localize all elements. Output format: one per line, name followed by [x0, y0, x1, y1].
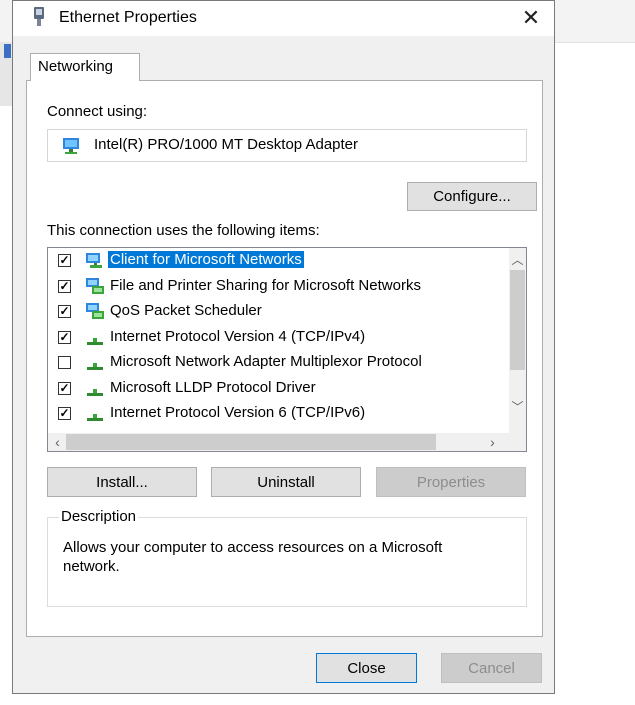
vertical-scrollbar[interactable]: ︿ ﹀: [509, 248, 526, 433]
scroll-right-icon[interactable]: ›: [484, 434, 501, 450]
adapter-field: Intel(R) PRO/1000 MT Desktop Adapter: [47, 129, 527, 162]
vertical-scroll-thumb[interactable]: [510, 270, 525, 370]
list-item-label: Internet Protocol Version 6 (TCP/IPv6): [110, 404, 366, 421]
network-adapter-icon: [63, 138, 79, 154]
list-item-checkbox[interactable]: ✓: [58, 381, 71, 395]
network-adapter-icon: [34, 7, 44, 26]
description-text: Allows your computer to access resources…: [63, 539, 443, 575]
ethernet-properties-dialog: Ethernet Properties ✕ Networking Connect…: [12, 0, 555, 694]
install-button[interactable]: Install...: [47, 467, 197, 497]
network-client-icon: [84, 251, 106, 271]
dialog-title: Ethernet Properties: [59, 9, 197, 26]
configure-button[interactable]: Configure...: [407, 182, 537, 211]
items-label: This connection uses the following items…: [47, 222, 320, 239]
list-item-label: Client for Microsoft Networks: [108, 251, 304, 268]
list-item-label: QoS Packet Scheduler: [110, 302, 262, 319]
scroll-up-icon[interactable]: ︿: [509, 251, 526, 268]
list-item-checkbox[interactable]: ✓: [58, 254, 71, 267]
tab-networking[interactable]: Networking: [30, 53, 140, 81]
list-item[interactable]: ✓ QoS Packet Scheduler: [48, 301, 508, 323]
list-item-checkbox[interactable]: ✓: [58, 407, 71, 420]
list-item-label: Microsoft LLDP Protocol Driver: [110, 378, 316, 396]
list-item-checkbox[interactable]: ✓: [58, 279, 71, 293]
cancel-button[interactable]: Cancel: [441, 653, 542, 683]
uninstall-button[interactable]: Uninstall: [211, 467, 361, 497]
list-item[interactable]: ✓ File and Printer Sharing for Microsoft …: [48, 276, 508, 298]
list-item[interactable]: ✓ Internet Protocol Version 4 (TCP/IPv4): [48, 327, 508, 349]
horizontal-scrollbar[interactable]: ‹ ›: [48, 433, 509, 451]
list-item[interactable]: ✓ Client for Microsoft Networks: [48, 250, 508, 272]
background-app-icon: [4, 44, 11, 58]
list-item[interactable]: Microsoft Network Adapter Multiplexor Pr…: [48, 352, 508, 374]
network-service-icon: [84, 302, 106, 322]
list-item-label: Internet Protocol Version 4 (TCP/IPv4): [110, 327, 366, 345]
list-item-label: File and Printer Sharing for Microsoft N…: [110, 276, 421, 294]
network-protocol-icon: [84, 379, 106, 399]
connect-using-label: Connect using:: [47, 103, 148, 120]
components-list[interactable]: ✓ Client for Microsoft Networks ✓ File and …: [47, 247, 527, 452]
title-bar[interactable]: Ethernet Properties ✕: [13, 1, 554, 36]
list-item[interactable]: ✓ Internet Protocol Version 6 (TCP/IPv6): [48, 403, 508, 425]
list-item-label: Microsoft Network Adapter Multiplexor Pr…: [110, 353, 422, 370]
networking-tab-panel: Connect using: Intel(R) PRO/1000 MT Desk…: [26, 80, 543, 637]
description-label: Description: [59, 508, 139, 525]
network-protocol-icon: [84, 404, 106, 424]
list-item-checkbox[interactable]: ✓: [58, 305, 71, 318]
scroll-left-icon[interactable]: ‹: [49, 434, 66, 450]
list-item-checkbox[interactable]: [58, 356, 71, 369]
close-icon[interactable]: ✕: [508, 1, 554, 36]
horizontal-scroll-thumb[interactable]: [66, 434, 436, 450]
adapter-name: Intel(R) PRO/1000 MT Desktop Adapter: [94, 136, 359, 153]
description-group: Description Allows your computer to acce…: [47, 508, 527, 607]
network-protocol-icon: [84, 353, 106, 373]
properties-button[interactable]: Properties: [376, 467, 526, 497]
network-protocol-icon: [84, 328, 106, 348]
close-button[interactable]: Close: [316, 653, 417, 683]
scrollbar-corner: [509, 433, 526, 451]
scroll-down-icon[interactable]: ﹀: [509, 398, 526, 415]
list-item-checkbox[interactable]: ✓: [58, 330, 71, 344]
network-service-icon: [84, 277, 106, 297]
list-item[interactable]: ✓ Microsoft LLDP Protocol Driver: [48, 378, 508, 400]
